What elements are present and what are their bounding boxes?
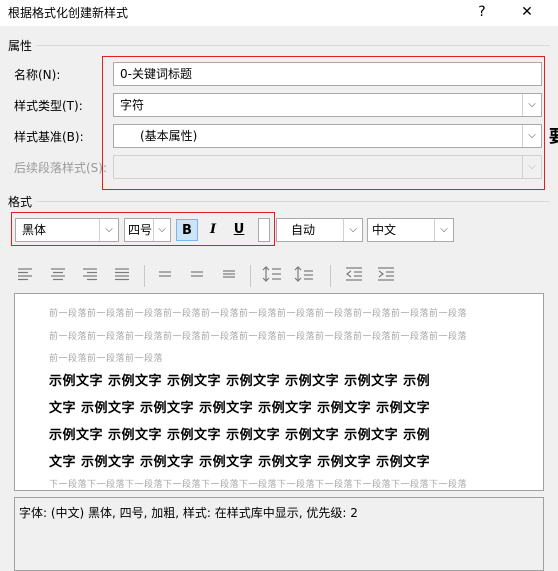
toolbar-divider (330, 265, 331, 287)
font-color-value: 自动 (291, 223, 316, 237)
chevron-down-icon[interactable]: ⌵ (434, 219, 453, 241)
style-description: 字体: (中文) 黑体, 四号, 加粗, 样式: 在样式库中显示, 优先级: 2 (14, 497, 544, 571)
style-preview-pane: 前一段落前一段落前一段落前一段落前一段落前一段落前一段落前一段落前一段落前一段落… (14, 293, 544, 491)
align-right-icon[interactable] (82, 267, 104, 285)
distributed-icon[interactable] (221, 267, 243, 285)
align-left-icon[interactable] (17, 267, 39, 285)
sample-text-line: 示例文字 示例文字 示例文字 示例文字 示例文字 示例文字 示例 (49, 374, 431, 389)
distributed-icon[interactable] (189, 267, 211, 285)
previous-paragraph-text: 前一段落前一段落前一段落前一段落前一段落前一段落前一段落前一段落前一段落前一段落… (49, 332, 468, 342)
font-color-select[interactable]: 自动 ⌵ (276, 218, 363, 242)
sample-text-line: 示例文字 示例文字 示例文字 示例文字 示例文字 示例文字 示例 (49, 428, 431, 443)
align-center-icon[interactable] (50, 267, 72, 285)
previous-paragraph-text: 前一段落前一段落前一段落前一段落前一段落前一段落前一段落前一段落前一段落前一段落… (49, 309, 468, 319)
name-label: 名称(N): (14, 68, 61, 82)
red-highlight-font (11, 212, 275, 246)
sample-text-line: 文字 示例文字 示例文字 示例文字 示例文字 示例文字 示例文字 (49, 455, 431, 470)
next-style-label: 后续段落样式(S): (14, 161, 108, 175)
style-type-label: 样式类型(T): (14, 99, 83, 113)
distributed-icon[interactable] (157, 267, 179, 285)
language-select[interactable]: 中文 ⌵ (367, 218, 454, 242)
justify-icon[interactable] (114, 267, 136, 285)
sample-text-line: 文字 示例文字 示例文字 示例文字 示例文字 示例文字 示例文字 (49, 401, 431, 416)
line-spacing-small-icon[interactable] (294, 265, 316, 283)
format-divider (36, 201, 550, 202)
language-value: 中文 (372, 223, 397, 237)
properties-section-label: 属性 (8, 39, 33, 53)
next-paragraph-text: 下一段落下一段落下一段落下一段落下一段落下一段落下一段落下一段落下一段落下一段落… (49, 480, 468, 490)
line-spacing-icon[interactable] (262, 265, 284, 283)
toolbar-divider (250, 265, 251, 287)
background-document-glyph: 要 (549, 127, 558, 147)
decrease-indent-icon[interactable] (344, 265, 366, 283)
properties-divider (36, 45, 550, 46)
based-on-label: 样式基准(B): (14, 130, 84, 144)
format-section-label: 格式 (8, 195, 33, 209)
toolbar-divider (144, 265, 145, 287)
previous-paragraph-text: 前一段落前一段落前一段落 (49, 354, 164, 364)
chevron-down-icon[interactable]: ⌵ (343, 219, 362, 241)
help-button[interactable]: ? (470, 2, 494, 22)
color-swatch[interactable] (258, 218, 270, 242)
increase-indent-icon[interactable] (376, 265, 398, 283)
close-button[interactable]: ✕ (515, 2, 539, 22)
red-highlight-properties (102, 56, 545, 190)
dialog-title: 根据格式化创建新样式 (8, 6, 129, 20)
